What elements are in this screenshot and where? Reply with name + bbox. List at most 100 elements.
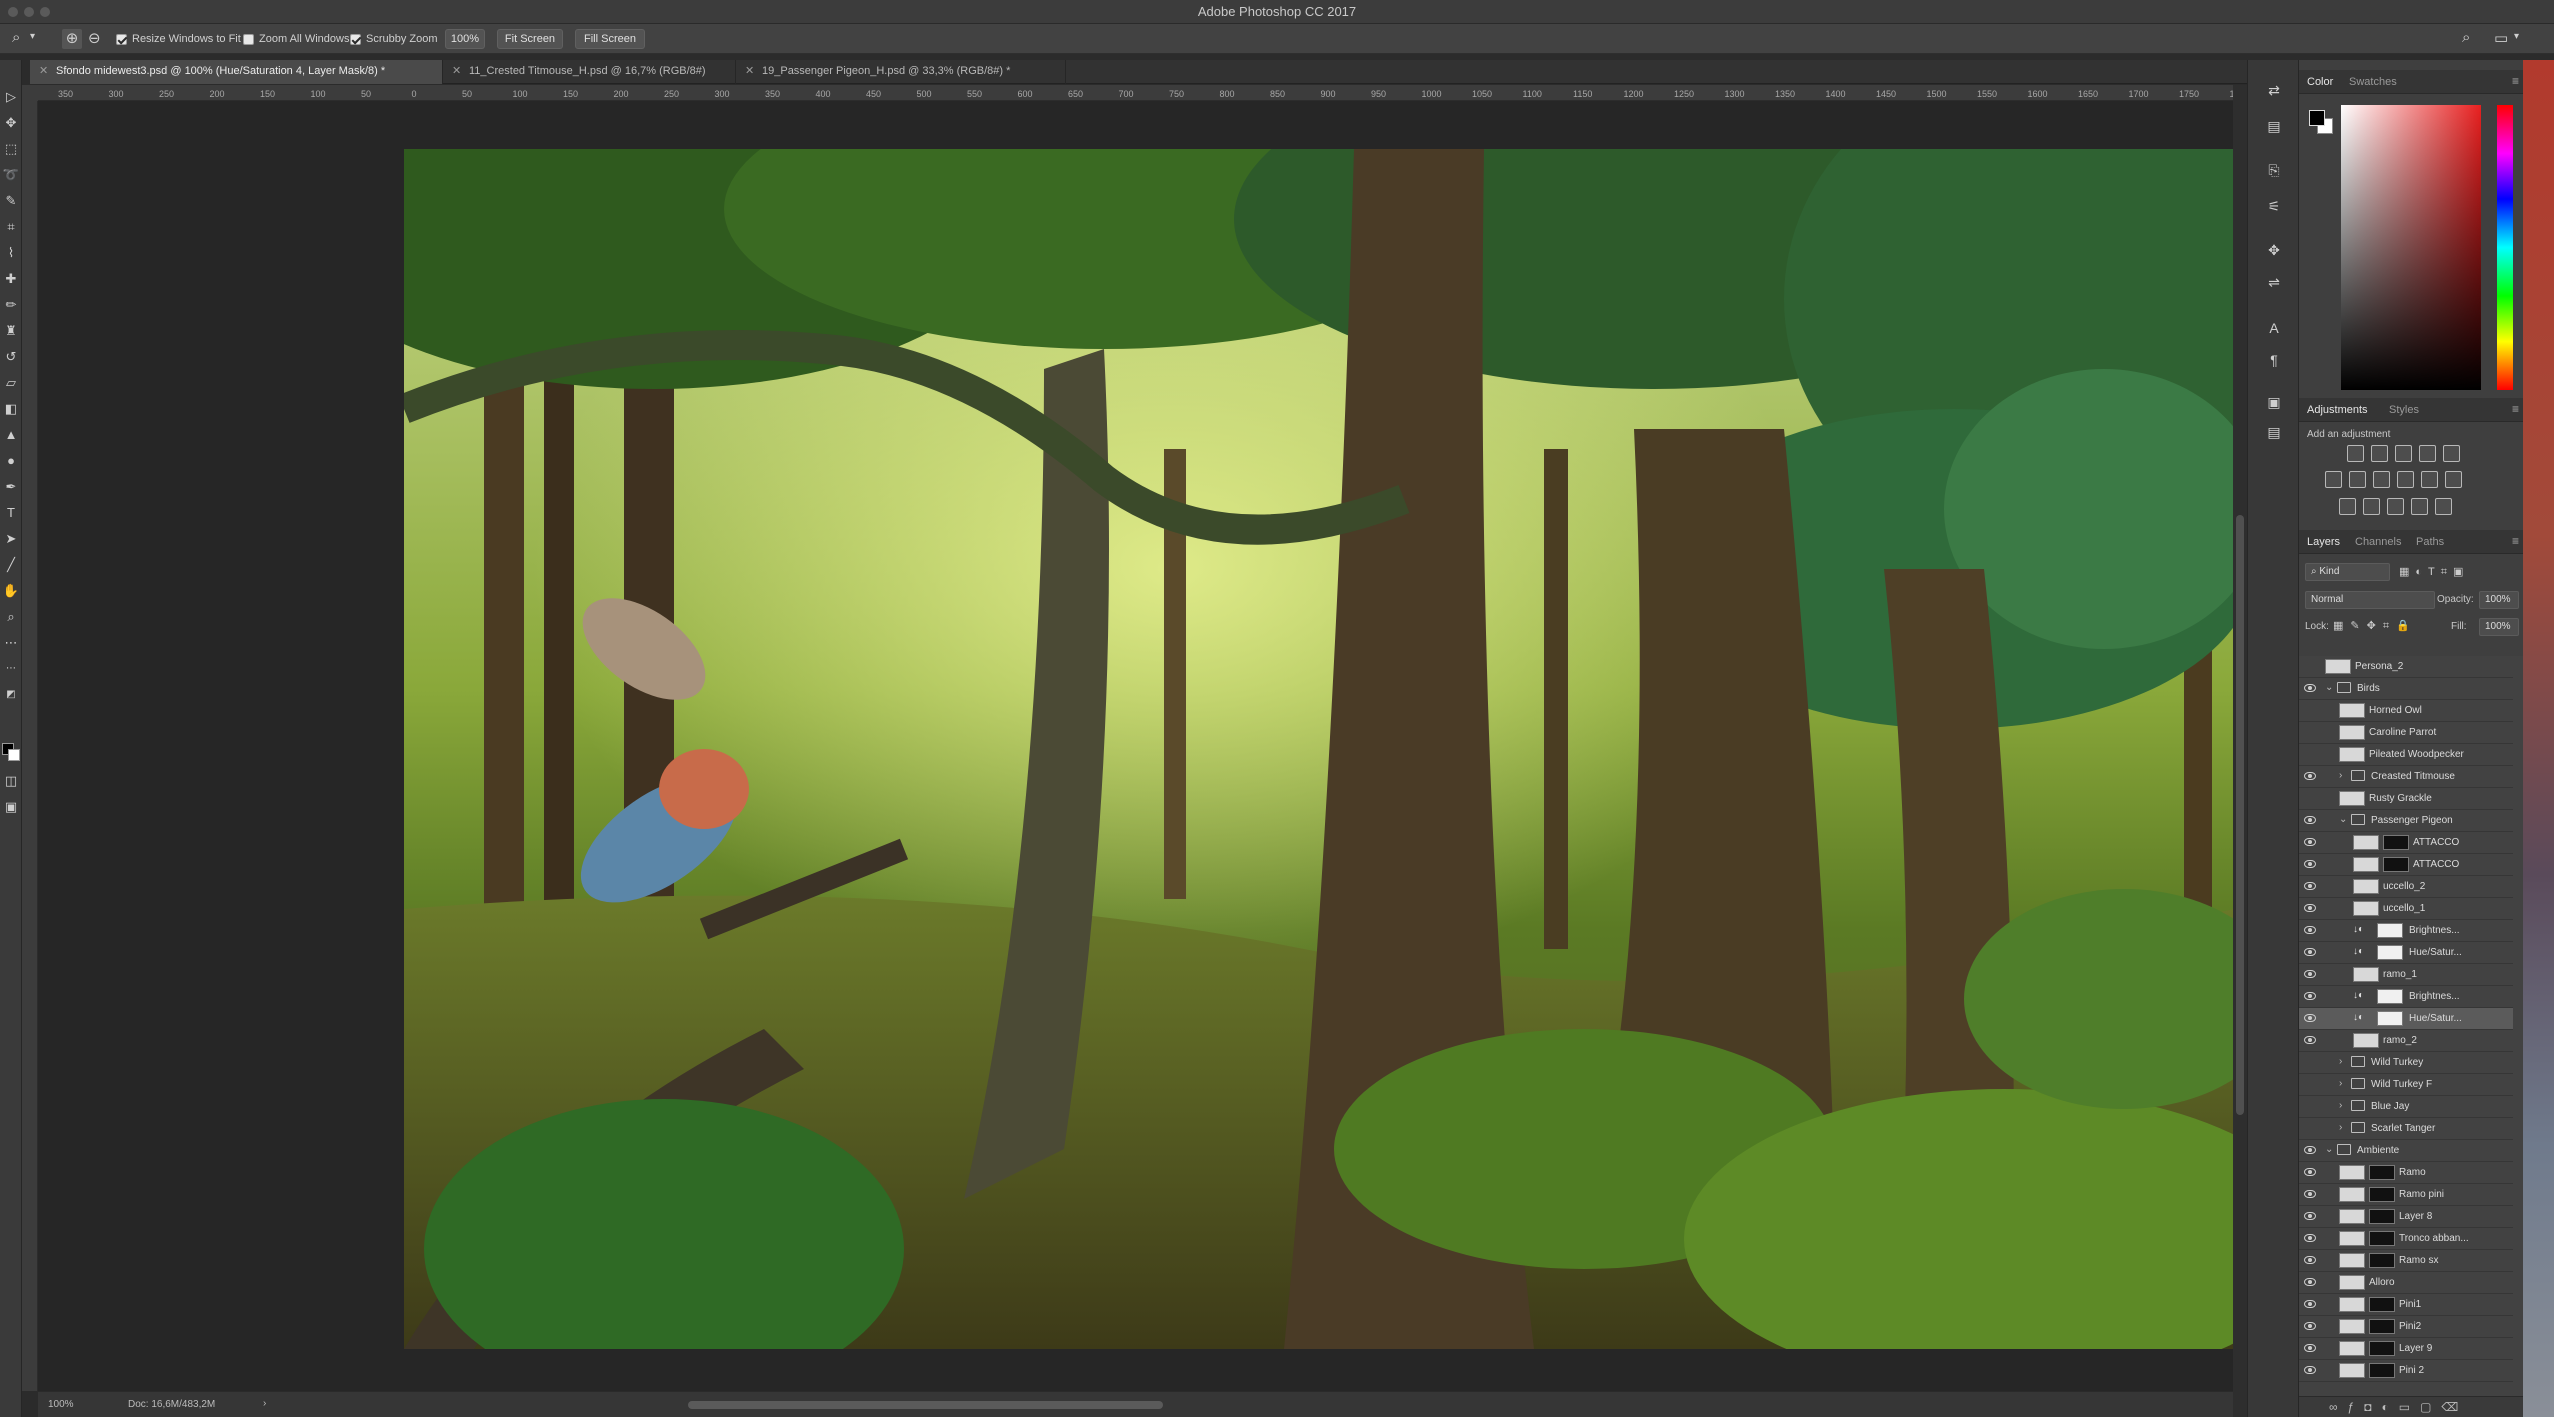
color-picker-field[interactable] — [2341, 105, 2481, 390]
gradient-tool-icon[interactable]: ◧ — [2, 400, 20, 418]
visibility-eye-icon[interactable] — [2304, 1014, 2316, 1022]
blend-mode-select[interactable]: Normal — [2305, 591, 2435, 609]
group-expand-icon[interactable]: › — [2339, 1078, 2342, 1089]
layer-thumbnail[interactable] — [2325, 659, 2351, 674]
quick-select-tool-icon[interactable]: ✎ — [2, 192, 20, 210]
visibility-eye-icon[interactable] — [2304, 1168, 2316, 1176]
properties-icon[interactable]: ⚟ — [2264, 196, 2284, 216]
visibility-toggle[interactable] — [2304, 727, 2316, 737]
panel-menu-icon[interactable]: ≡ — [2512, 534, 2519, 548]
notes-panel-icon[interactable]: ▤ — [2264, 422, 2284, 442]
blur-tool-icon[interactable]: ▲ — [2, 426, 20, 444]
visibility-eye-icon[interactable] — [2304, 904, 2316, 912]
hue-slider[interactable] — [2497, 105, 2513, 390]
zoom-out-icon[interactable]: ⊖ — [88, 29, 101, 47]
layers-list[interactable]: Persona_2 ⌄ Birds Horned Owl Caroline Parrot… — [2299, 656, 2523, 1396]
layer-row[interactable]: Pini 2 — [2299, 1360, 2513, 1382]
layer-thumbnail[interactable] — [2339, 1209, 2365, 1224]
clone-stamp-tool-icon[interactable]: ♜ — [2, 322, 20, 340]
group-expand-icon[interactable]: ⌄ — [2325, 682, 2333, 693]
tab-styles[interactable]: Styles — [2389, 404, 2419, 416]
visibility-eye-icon[interactable] — [2304, 772, 2316, 780]
layer-row[interactable]: ⌄ Birds — [2299, 678, 2513, 700]
layer-mask-thumbnail[interactable] — [2369, 1253, 2395, 1268]
layer-thumbnail[interactable] — [2339, 725, 2365, 740]
layer-mask-thumbnail[interactable] — [2383, 835, 2409, 850]
layer-mask-thumbnail[interactable] — [2369, 1187, 2395, 1202]
group-expand-icon[interactable]: › — [2339, 1100, 2342, 1111]
workspace-dropdown-icon[interactable]: ▾ — [2514, 31, 2519, 42]
layer-row[interactable]: Ramo pini — [2299, 1184, 2513, 1206]
fit-screen-button[interactable]: Fit Screen — [497, 29, 563, 49]
tab-layers[interactable]: Layers — [2307, 536, 2340, 548]
brush-tool-icon[interactable]: ✏ — [2, 296, 20, 314]
layer-thumbnail[interactable] — [2339, 1275, 2365, 1290]
tab-adjustments[interactable]: Adjustments — [2307, 404, 2368, 416]
tool-preset-dropdown[interactable]: ▾ — [30, 31, 35, 42]
visibility-toggle[interactable] — [2304, 749, 2316, 759]
visibility-eye-icon[interactable] — [2304, 882, 2316, 890]
layer-actions-icons[interactable]: ∞ƒ◘◐▭▢⌫ — [2329, 1400, 2468, 1414]
posterize-icon[interactable] — [2363, 498, 2380, 515]
opacity-input[interactable]: 100% — [2479, 591, 2519, 609]
layer-thumbnail[interactable] — [2339, 1341, 2365, 1356]
visibility-toggle[interactable] — [2304, 1101, 2316, 1111]
layer-thumbnail[interactable] — [2353, 967, 2379, 982]
levels-icon[interactable] — [2371, 445, 2388, 462]
visibility-toggle[interactable] — [2304, 793, 2316, 803]
black-white-icon[interactable] — [2373, 471, 2390, 488]
brush-settings-icon[interactable]: ▤ — [2264, 116, 2284, 136]
visibility-toggle[interactable] — [2304, 705, 2316, 715]
character-panel-icon[interactable]: A — [2264, 318, 2284, 338]
group-expand-icon[interactable]: › — [2339, 1122, 2342, 1133]
tab-passenger-pigeon[interactable]: ✕ 19_Passenger Pigeon_H.psd @ 33,3% (RGB… — [736, 60, 1066, 84]
visibility-eye-icon[interactable] — [2304, 926, 2316, 934]
visibility-eye-icon[interactable] — [2304, 816, 2316, 824]
layer-mask-thumbnail[interactable] — [2369, 1341, 2395, 1356]
vibrance-icon[interactable] — [2443, 445, 2460, 462]
visibility-eye-icon[interactable] — [2304, 1366, 2316, 1374]
visibility-eye-icon[interactable] — [2304, 1256, 2316, 1264]
layer-row[interactable]: Ramo sx — [2299, 1250, 2513, 1272]
layer-row[interactable]: › Creasted Titmouse — [2299, 766, 2513, 788]
history-panel-icon[interactable]: ⇄ — [2264, 80, 2284, 100]
screen-mode-icon[interactable]: ▣ — [2, 798, 20, 816]
layer-row[interactable]: ramo_1 — [2299, 964, 2513, 986]
visibility-eye-icon[interactable] — [2304, 1344, 2316, 1352]
layer-mask-thumbnail[interactable] — [2377, 1011, 2403, 1026]
threshold-icon[interactable] — [2387, 498, 2404, 515]
visibility-toggle[interactable] — [2304, 661, 2316, 671]
layer-row[interactable]: Tronco abban... — [2299, 1228, 2513, 1250]
layer-thumbnail[interactable] — [2339, 703, 2365, 718]
layer-row[interactable]: › Wild Turkey F — [2299, 1074, 2513, 1096]
visibility-eye-icon[interactable] — [2304, 1322, 2316, 1330]
layer-row[interactable]: ATTACCO — [2299, 832, 2513, 854]
close-tab-icon[interactable]: ✕ — [745, 64, 754, 77]
visibility-eye-icon[interactable] — [2304, 1300, 2316, 1308]
layer-row[interactable]: ramo_2 — [2299, 1030, 2513, 1052]
layer-row[interactable]: ⌄ Ambiente — [2299, 1140, 2513, 1162]
photo-filter-icon[interactable] — [2397, 471, 2414, 488]
workspace-icon[interactable]: ▭ — [2494, 29, 2508, 47]
group-expand-icon[interactable]: ⌄ — [2325, 1144, 2333, 1155]
layer-row[interactable]: Ramo — [2299, 1162, 2513, 1184]
layer-thumbnail[interactable] — [2353, 835, 2379, 850]
eyedropper-tool-icon[interactable]: ⌇ — [2, 244, 20, 262]
layer-mask-thumbnail[interactable] — [2369, 1209, 2395, 1224]
marquee-tool-icon[interactable]: ⬚ — [2, 140, 20, 158]
layer-mask-thumbnail[interactable] — [2369, 1165, 2395, 1180]
layer-thumbnail[interactable] — [2353, 857, 2379, 872]
visibility-toggle[interactable] — [2304, 1057, 2316, 1067]
gradient-map-icon[interactable] — [2435, 498, 2452, 515]
channel-mixer-icon[interactable] — [2421, 471, 2438, 488]
zoom-tool-icon[interactable]: ⌕ — [12, 29, 20, 46]
zoom-100-button[interactable]: 100% — [445, 29, 485, 49]
horizontal-scrollbar[interactable] — [688, 1401, 1163, 1409]
visibility-eye-icon[interactable] — [2304, 1036, 2316, 1044]
layer-mask-thumbnail[interactable] — [2377, 989, 2403, 1004]
layer-mask-thumbnail[interactable] — [2369, 1363, 2395, 1378]
layer-thumbnail[interactable] — [2353, 879, 2379, 894]
selective-color-icon[interactable] — [2411, 498, 2428, 515]
tab-crested-titmouse[interactable]: ✕ 11_Crested Titmouse_H.psd @ 16,7% (RGB… — [443, 60, 736, 84]
horizontal-ruler[interactable]: 350 300 250 200 150 100 50 0 50 100 150 200 250 300 35… — [38, 85, 2233, 101]
